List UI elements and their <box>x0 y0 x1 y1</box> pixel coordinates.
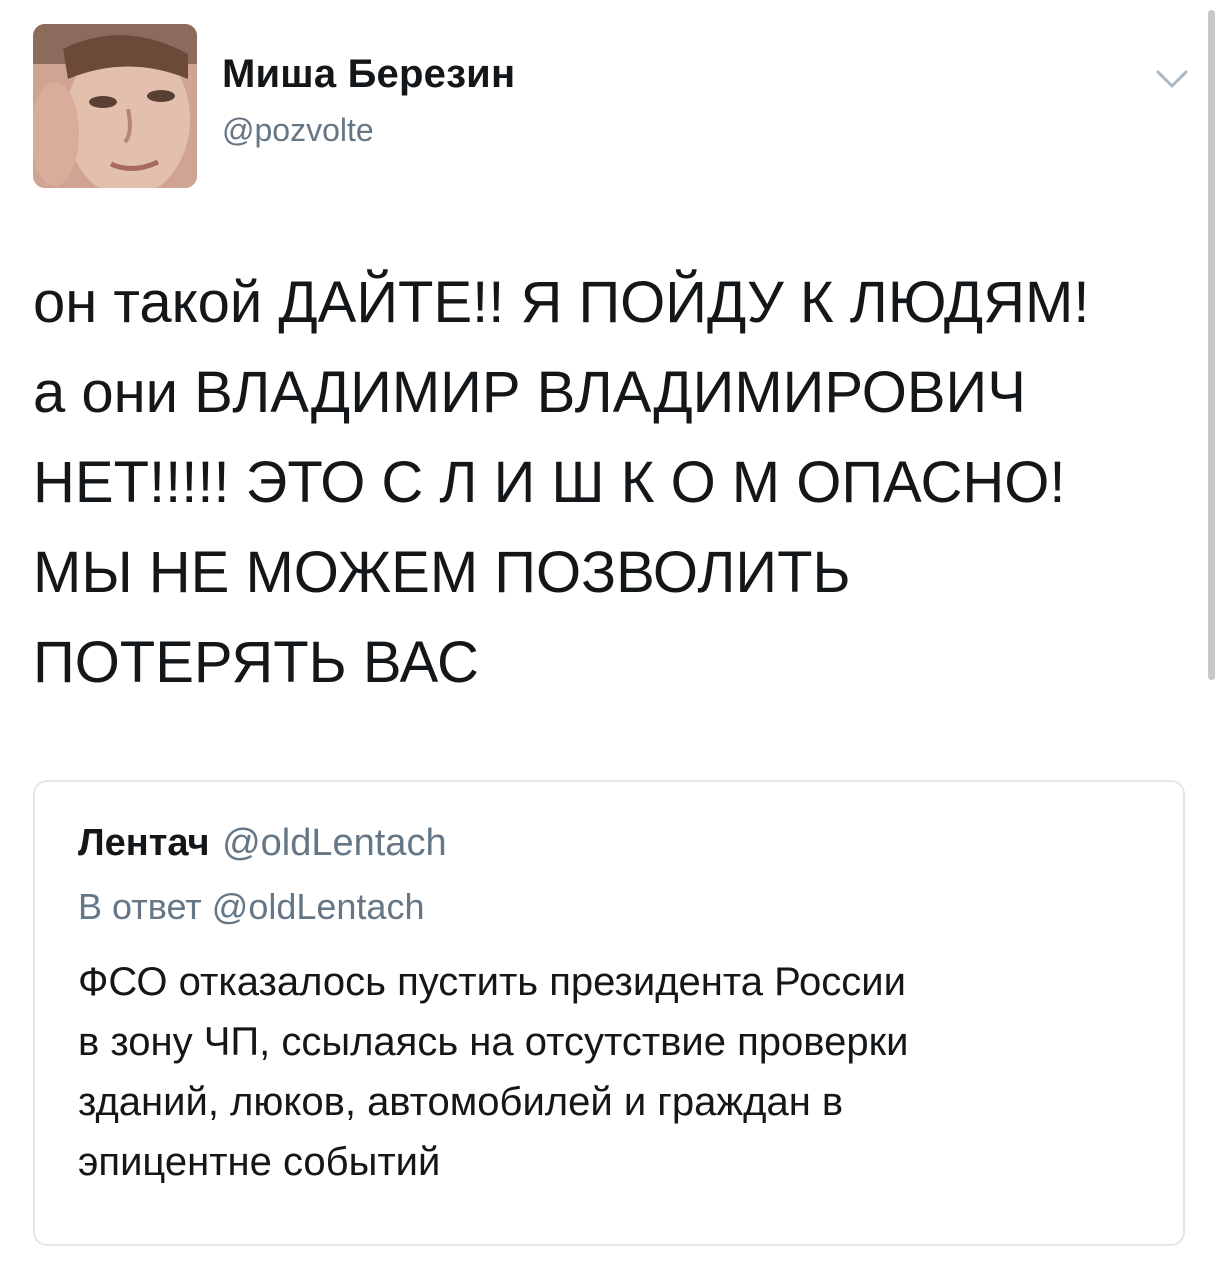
avatar[interactable] <box>33 24 197 188</box>
tweet-text: он такой ДАЙТЕ!! Я ПОЙДУ К ЛЮДЯМ! а они … <box>33 258 1193 708</box>
quoted-display-name: Лентач <box>78 822 210 864</box>
tweet-text-line: ПОТЕРЯТЬ ВАС <box>33 630 479 695</box>
scrollbar[interactable] <box>1208 10 1215 680</box>
avatar-photo <box>33 24 197 188</box>
tweet-text-line: МЫ НЕ МОЖЕМ ПОЗВОЛИТЬ <box>33 540 851 605</box>
tweet-text-line: а они ВЛАДИМИР ВЛАДИМИРОВИЧ <box>33 360 1026 425</box>
author-handle[interactable]: @pozvolte <box>222 112 374 149</box>
quoted-tweet-author: Лентач @oldLentach <box>78 822 447 865</box>
quoted-tweet-text: ФСО отказалось пустить президента России… <box>78 952 908 1192</box>
quoted-reply-to: В ответ @oldLentach <box>78 886 425 927</box>
chevron-down-icon <box>1156 70 1188 88</box>
tweet-text-line: он такой ДАЙТЕ!! Я ПОЙДУ К ЛЮДЯМ! <box>33 270 1090 335</box>
quoted-text-line: зданий, люков, автомобилей и граждан в <box>78 1080 844 1124</box>
author-display-name[interactable]: Миша Березин <box>222 52 515 97</box>
quoted-tweet-card[interactable]: Лентач @oldLentach В ответ @oldLentach Ф… <box>33 780 1185 1246</box>
tweet-menu-button[interactable] <box>1152 64 1192 94</box>
quoted-text-line: ФСО отказалось пустить президента России <box>78 960 906 1004</box>
quoted-handle: @oldLentach <box>222 822 447 864</box>
quoted-text-line: в зону ЧП, ссылаясь на отсутствие провер… <box>78 1020 909 1064</box>
quoted-text-line: эпицентне событий <box>78 1140 441 1184</box>
tweet-text-line: НЕТ!!!!! ЭТО С Л И Ш К О М ОПАСНО! <box>33 450 1066 515</box>
